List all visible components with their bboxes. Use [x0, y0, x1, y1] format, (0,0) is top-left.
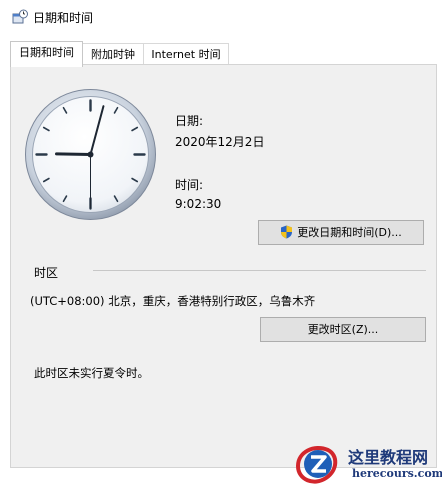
watermark: 这里教程网 herecours.com	[292, 440, 442, 488]
dst-note: 此时区未实行夏令时。	[34, 366, 149, 380]
date-value: 2020年12月2日	[175, 135, 265, 149]
watermark-cn-text: 这里教程网	[348, 448, 429, 467]
uac-shield-icon	[281, 225, 293, 239]
timezone-value: (UTC+08:00) 北京，重庆，香港特别行政区，乌鲁木齐	[30, 294, 316, 308]
hour-hand	[55, 152, 92, 156]
section-divider	[93, 270, 426, 271]
change-date-time-label: 更改日期和时间(D)...	[297, 226, 402, 239]
tab-additional-clocks[interactable]: 附加时钟	[82, 43, 144, 65]
datetime-app-icon	[12, 9, 28, 24]
title-bar: 日期和时间	[0, 0, 442, 34]
change-date-time-button[interactable]: 更改日期和时间(D)...	[258, 220, 424, 245]
timezone-header: 时区	[34, 266, 59, 280]
watermark-en-text: herecours.com	[352, 467, 442, 480]
time-label: 时间:	[175, 178, 204, 192]
time-value: 9:02:30	[175, 197, 222, 211]
window-title: 日期和时间	[33, 11, 94, 25]
tab-date-and-time[interactable]: 日期和时间	[10, 41, 83, 67]
change-timezone-button[interactable]: 更改时区(Z)...	[260, 317, 426, 342]
tab-internet-time[interactable]: Internet 时间	[143, 43, 229, 65]
date-label: 日期:	[175, 114, 204, 128]
analog-clock-icon	[25, 89, 156, 220]
tab-bar: 日期和时间 附加时钟 Internet 时间	[0, 34, 442, 67]
z-logo-icon	[295, 446, 338, 484]
